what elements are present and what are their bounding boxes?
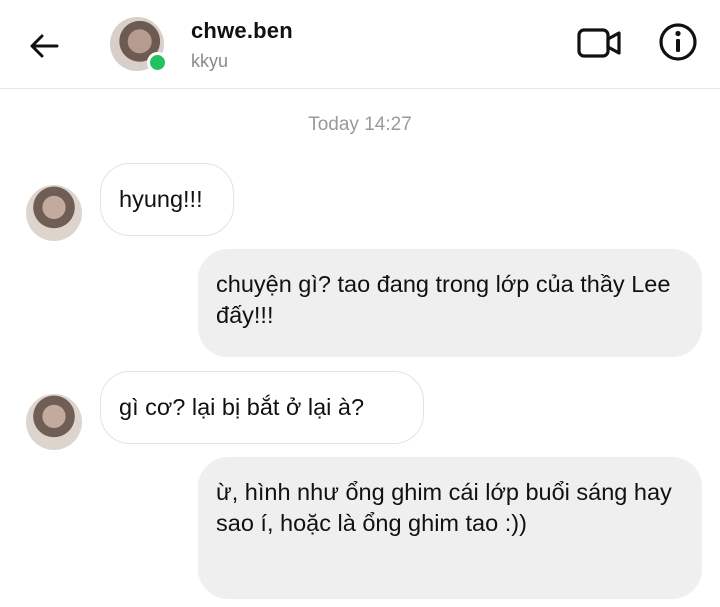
chat-timestamp: Today 14:27: [308, 114, 412, 135]
message-sent[interactable]: ừ, hình như ổng ghim cái lớp buổi sáng h…: [198, 457, 702, 599]
sender-avatar[interactable]: [26, 185, 82, 241]
contact-subname: kkyu: [191, 51, 229, 71]
message-received[interactable]: gì cơ? lại bị bắt ở lại à?: [100, 371, 424, 444]
video-call-button[interactable]: [576, 24, 622, 62]
info-button[interactable]: [658, 22, 698, 62]
back-button[interactable]: [26, 28, 62, 64]
video-call-icon: [577, 28, 621, 58]
sender-avatar[interactable]: [26, 394, 82, 450]
message-sent[interactable]: chuyện gì? tao đang trong lớp của thầy L…: [198, 249, 702, 357]
message-received[interactable]: hyung!!!: [100, 163, 234, 236]
chat-header: chwe.ben kkyu: [0, 0, 720, 89]
info-icon: [659, 23, 697, 61]
contact-avatar[interactable]: [110, 17, 168, 73]
arrow-left-icon: [30, 34, 59, 58]
contact-name[interactable]: chwe.ben: [191, 18, 293, 44]
online-status-dot: [147, 52, 168, 73]
